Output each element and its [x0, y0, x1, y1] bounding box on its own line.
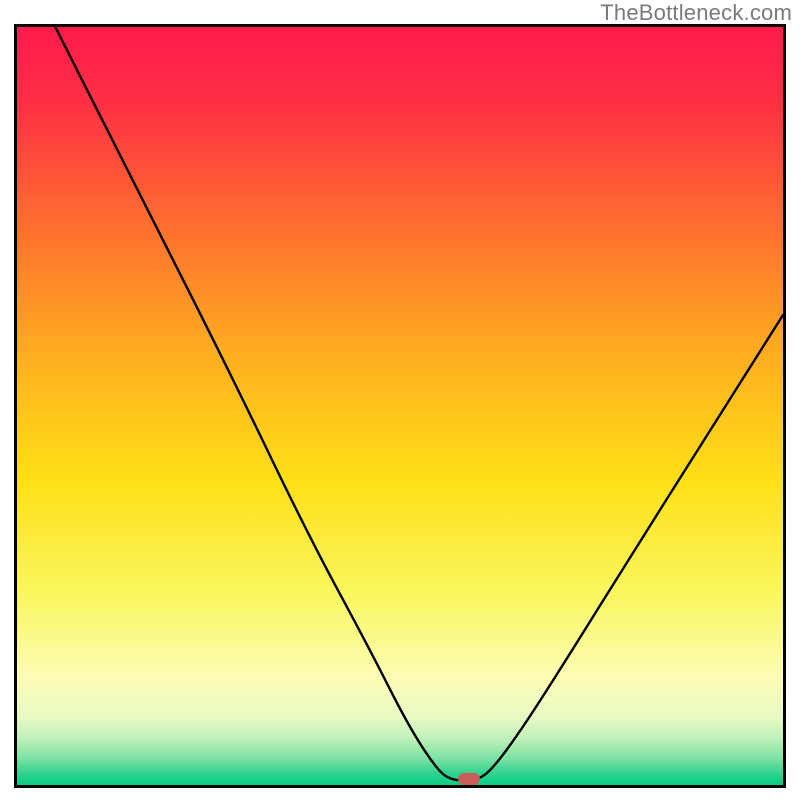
chart-svg [17, 27, 783, 785]
chart-gradient-background [17, 27, 783, 785]
chart-plot-area [17, 27, 783, 785]
watermark-text: TheBottleneck.com [600, 0, 792, 26]
chart-frame [14, 24, 786, 788]
optimal-point-marker [458, 773, 480, 785]
